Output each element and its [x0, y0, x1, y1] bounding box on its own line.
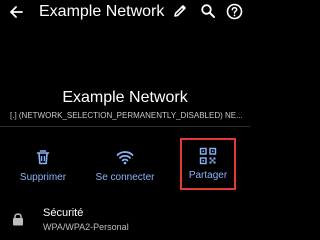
connect-button[interactable]: Se connecter — [85, 140, 165, 190]
connect-button-label: Se connecter — [95, 172, 155, 183]
trash-icon — [36, 150, 50, 165]
wifi-icon — [116, 151, 134, 165]
lock-icon — [13, 213, 23, 226]
search-icon[interactable] — [200, 3, 216, 19]
help-icon[interactable] — [226, 3, 243, 20]
security-value: WPA/WPA2-Personal — [43, 222, 129, 232]
divider — [0, 126, 250, 127]
app-bar: Example Network — [0, 0, 250, 28]
edit-pencil-icon[interactable] — [172, 3, 188, 19]
network-name: Example Network — [62, 89, 188, 106]
security-title: Sécurité — [43, 207, 84, 219]
share-button[interactable]: Partager — [180, 138, 236, 190]
app-bar-title: Example Network — [39, 3, 165, 20]
delete-button[interactable]: Supprimer — [3, 140, 83, 190]
share-button-label: Partager — [188, 170, 228, 181]
back-arrow-icon[interactable] — [8, 4, 24, 20]
security-row[interactable]: Sécurité WPA/WPA2-Personal — [0, 204, 250, 236]
delete-button-label: Supprimer — [19, 172, 67, 183]
network-status: [.] (NETWORK_SELECTION_PERMANENTLY_DISAB… — [10, 111, 242, 120]
qr-code-icon — [199, 147, 217, 165]
